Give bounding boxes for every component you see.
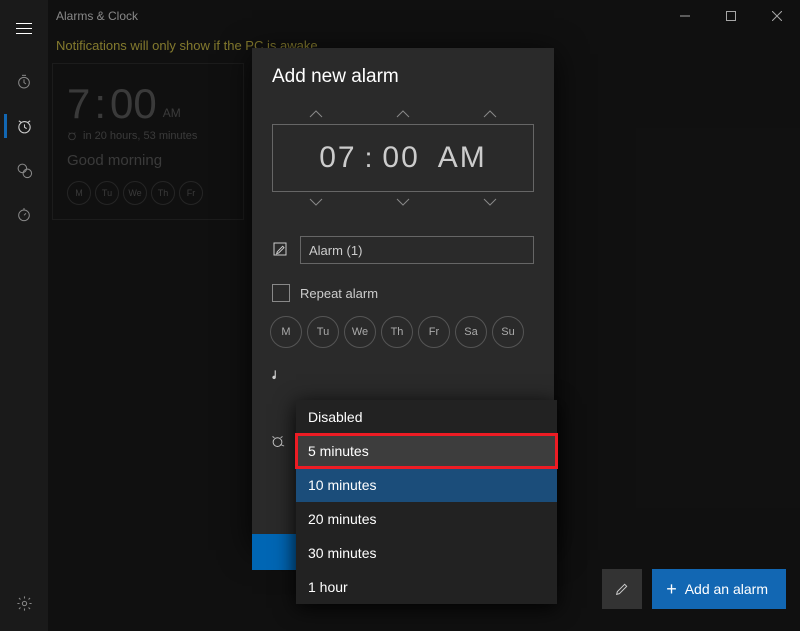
alarm-label: Good morning <box>67 152 229 169</box>
snooze-option[interactable]: 5 minutes <box>296 434 557 468</box>
app-root: Alarms & Clock Notifications will only s… <box>0 0 800 631</box>
ampm-up-button[interactable] <box>447 104 534 124</box>
edit-name-icon <box>272 241 290 259</box>
alarm-ampm: AM <box>163 106 181 120</box>
day-toggle[interactable]: Tu <box>307 316 339 348</box>
stopwatch-icon[interactable] <box>4 194 44 234</box>
hour-down-button[interactable] <box>272 192 359 212</box>
save-button[interactable] <box>252 534 298 570</box>
time-separator: : <box>357 142 383 174</box>
day-toggle[interactable]: M <box>270 316 302 348</box>
countdown-row: in 20 hours, 53 minutes <box>67 130 229 142</box>
day-chip: We <box>123 181 147 205</box>
countdown-text: in 20 hours, 53 minutes <box>83 130 197 142</box>
add-alarm-button[interactable]: + Add an alarm <box>652 569 786 609</box>
alarm-name-row <box>272 236 534 264</box>
alarm-icon[interactable] <box>4 106 44 146</box>
modal-day-selector: MTuWeThFrSaSu <box>270 316 536 348</box>
settings-icon[interactable] <box>4 583 44 623</box>
day-chip: M <box>67 181 91 205</box>
time-colon: : <box>90 80 110 128</box>
alarm-time-display: 7 : 00 AM <box>67 80 229 128</box>
alarm-hour: 7 <box>67 80 90 128</box>
window-controls <box>662 0 800 32</box>
repeat-label: Repeat alarm <box>300 286 378 301</box>
alarm-minute: 00 <box>110 80 157 128</box>
edit-alarms-button[interactable] <box>602 569 642 609</box>
snooze-option[interactable]: 30 minutes <box>296 536 557 570</box>
sound-row <box>252 368 554 388</box>
time-selector: 07 : 00 AM <box>272 104 534 212</box>
snooze-option[interactable]: 10 minutes <box>296 468 557 502</box>
minute-value: 00 <box>382 141 419 175</box>
timer-icon[interactable] <box>4 62 44 102</box>
music-note-icon <box>270 368 290 382</box>
hamburger-menu[interactable] <box>4 8 44 48</box>
snooze-option[interactable]: 1 hour <box>296 570 557 604</box>
repeat-checkbox[interactable] <box>272 284 290 302</box>
hour-up-button[interactable] <box>272 104 359 124</box>
maximize-button[interactable] <box>708 0 754 32</box>
close-button[interactable] <box>754 0 800 32</box>
alarm-days: MTuWeThFr <box>67 181 229 205</box>
day-chip: Fr <box>179 181 203 205</box>
minimize-button[interactable] <box>662 0 708 32</box>
alarm-name-input[interactable] <box>300 236 534 264</box>
add-alarm-label: Add an alarm <box>685 581 768 597</box>
bottom-action-bar: + Add an alarm <box>602 569 786 609</box>
small-alarm-icon <box>67 131 77 141</box>
day-toggle[interactable]: Su <box>492 316 524 348</box>
day-chip: Tu <box>95 181 119 205</box>
existing-alarm-card[interactable]: 7 : 00 AM in 20 hours, 53 minutes Good m… <box>52 63 244 220</box>
time-display-box[interactable]: 07 : 00 AM <box>272 124 534 192</box>
repeat-row: Repeat alarm <box>272 284 534 302</box>
ampm-value: AM <box>438 141 487 175</box>
day-toggle[interactable]: Fr <box>418 316 450 348</box>
left-sidebar <box>0 0 48 631</box>
minute-down-button[interactable] <box>359 192 446 212</box>
world-clock-icon[interactable] <box>4 150 44 190</box>
day-toggle[interactable]: Sa <box>455 316 487 348</box>
plus-icon: + <box>666 579 677 600</box>
snooze-dropdown: Disabled5 minutes10 minutes20 minutes30 … <box>296 400 557 604</box>
app-title: Alarms & Clock <box>56 9 138 23</box>
day-toggle[interactable]: We <box>344 316 376 348</box>
snooze-option[interactable]: Disabled <box>296 400 557 434</box>
hour-value: 07 <box>319 141 356 175</box>
modal-title: Add new alarm <box>252 48 554 98</box>
day-toggle[interactable]: Th <box>381 316 413 348</box>
day-chip: Th <box>151 181 175 205</box>
snooze-option[interactable]: 20 minutes <box>296 502 557 536</box>
ampm-down-button[interactable] <box>447 192 534 212</box>
snooze-icon <box>270 434 290 449</box>
minute-up-button[interactable] <box>359 104 446 124</box>
